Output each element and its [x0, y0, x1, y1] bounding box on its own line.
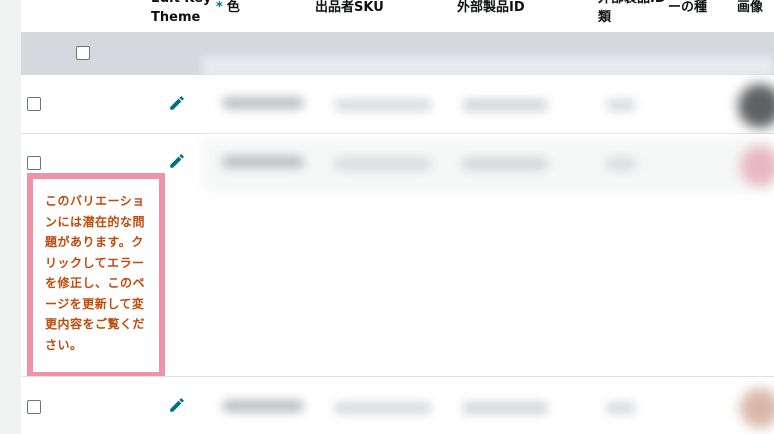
header-color-label: 色 — [226, 0, 240, 15]
row-checkbox[interactable] — [27, 156, 41, 170]
header-unknown-col: ーの種 — [668, 0, 708, 15]
pencil-icon[interactable] — [168, 396, 186, 414]
blurred-cell — [222, 400, 304, 412]
blurred-cell — [462, 402, 548, 414]
blurred-image — [740, 146, 774, 186]
row-checkbox[interactable] — [27, 97, 41, 111]
variation-error-tooltip[interactable]: このバリエーションには潜在的な問題があります。クリックしてエラーを修正し、このペ… — [27, 173, 165, 378]
blurred-cell — [606, 158, 636, 170]
blurred-cell — [462, 99, 548, 111]
pencil-icon[interactable] — [168, 152, 186, 170]
blurred-cell — [462, 158, 548, 170]
blurred-cell — [334, 99, 432, 111]
header-edit-key-theme-top: Edit Key — [151, 0, 212, 8]
blurred-cell — [222, 97, 304, 109]
header-edit-key-theme: Theme — [151, 10, 201, 25]
header-external-product-type-top: 外部製品ID — [598, 0, 666, 8]
header-external-product-id: 外部製品ID — [457, 0, 525, 15]
blurred-cell — [334, 402, 432, 414]
blurred-cell — [606, 402, 636, 414]
blurred-image — [740, 388, 774, 428]
required-marker: * — [216, 0, 223, 15]
header-image: 画像 — [737, 0, 764, 15]
header-color: * 色 — [216, 0, 240, 17]
row-checkbox[interactable] — [27, 400, 41, 414]
blurred-cell — [334, 158, 432, 170]
blurred-cell — [606, 99, 636, 111]
blurred-cell — [222, 156, 304, 168]
pencil-icon[interactable] — [168, 94, 186, 112]
header-seller-sku: 出品者SKU — [315, 0, 384, 15]
header-external-product-type: 類 — [598, 10, 612, 25]
blurred-image — [738, 84, 774, 128]
select-all-checkbox[interactable] — [76, 46, 90, 60]
variation-error-message: このバリエーションには潜在的な問題があります。クリックしてエラーを修正し、このペ… — [45, 194, 146, 352]
left-gutter — [0, 0, 22, 434]
